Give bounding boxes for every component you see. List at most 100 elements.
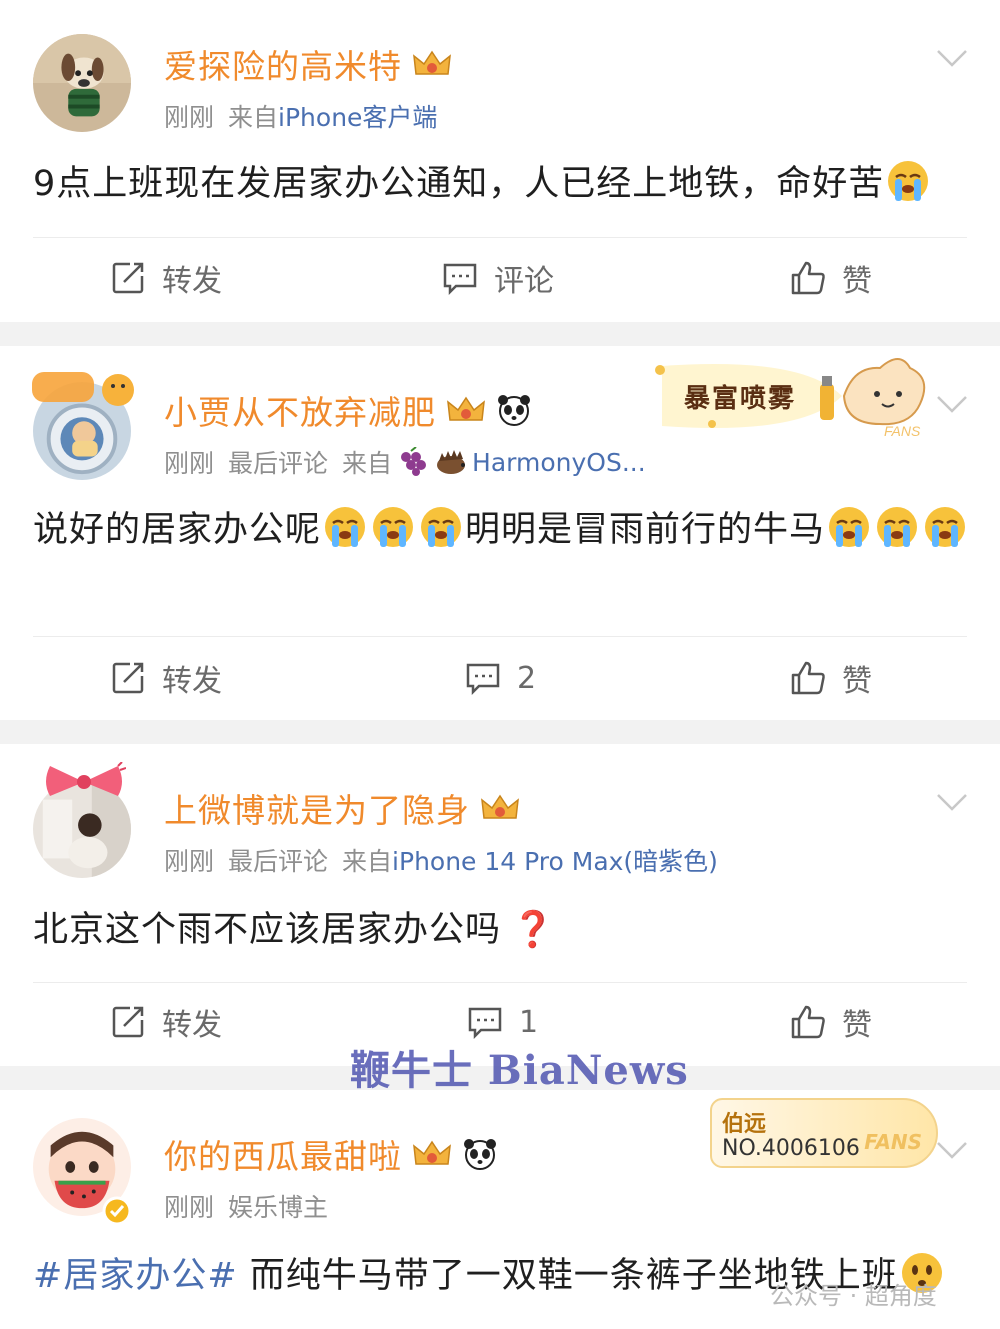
- comment-icon: [443, 263, 477, 296]
- bow-icon: [46, 762, 126, 796]
- crown-badge-icon: [413, 1140, 451, 1165]
- repost-label: 转发: [162, 664, 222, 699]
- post-meta: 刚刚 娱乐博主: [164, 1188, 328, 1224]
- divider: [33, 636, 967, 637]
- crying-emoji-icon: [829, 507, 870, 547]
- meta-extra: 最后评论: [228, 847, 329, 876]
- sticker-text: 暴富喷雾: [684, 384, 797, 414]
- chevron-down-icon[interactable]: [936, 394, 968, 414]
- like-button[interactable]: 赞: [790, 992, 872, 1052]
- source-prefix: 来自: [228, 103, 279, 132]
- like-label: 赞: [842, 1008, 872, 1043]
- crown-badge-icon: [481, 794, 519, 819]
- action-bar: 转发 评论 赞: [0, 248, 1000, 308]
- repost-button[interactable]: 转发: [110, 248, 222, 308]
- fortune-spray-sticker: FANS 暴富喷雾: [652, 356, 942, 442]
- crying-emoji-icon: [877, 507, 918, 547]
- repost-icon: [112, 1006, 144, 1038]
- post-content: 说好的居家办公呢 明明是冒雨前行的牛马: [33, 502, 970, 558]
- repost-label: 转发: [162, 1008, 222, 1043]
- comment-icon: [468, 1007, 502, 1040]
- source-label[interactable]: iPhone客户端: [278, 103, 437, 132]
- svg-text:FANS: FANS: [884, 423, 921, 439]
- name-row: 爱探险的高米特: [164, 42, 452, 86]
- post-text: 9点上班现在发居家办公通知，人已经上地铁，命好苦: [33, 164, 885, 204]
- like-label: 赞: [842, 264, 872, 299]
- hashtag-link[interactable]: #居家办公#: [33, 1256, 238, 1296]
- post-time: 刚刚: [164, 449, 215, 478]
- post-time: 刚刚: [164, 1193, 215, 1222]
- post-separator: [0, 720, 1000, 744]
- fans-number: NO.4006106: [722, 1136, 860, 1161]
- name-row: 小贾从不放弃减肥: [164, 388, 532, 432]
- panda-badge-icon: [498, 395, 530, 426]
- like-button[interactable]: 赞: [790, 648, 872, 708]
- source-label[interactable]: iPhone 14 Pro Max(暗紫色): [392, 847, 718, 876]
- avatar-frame-sticker-icon: [32, 372, 134, 406]
- crying-emoji-icon: [925, 507, 966, 547]
- crying-emoji-icon: [421, 507, 462, 547]
- crown-badge-icon: [413, 50, 451, 75]
- post-content: 9点上班现在发居家办公通知，人已经上地铁，命好苦: [33, 156, 960, 212]
- name-row: 你的西瓜最甜啦: [164, 1132, 498, 1176]
- repost-icon: [112, 662, 144, 694]
- post-meta: 刚刚 最后评论 来自iPhone 14 Pro Max(暗紫色): [164, 842, 718, 878]
- fans-badge-card[interactable]: 伯远 NO.4006106 FANS: [710, 1098, 938, 1168]
- username[interactable]: 你的西瓜最甜啦: [164, 1130, 402, 1178]
- comment-icon: [466, 663, 500, 696]
- post-text-2: 明明是冒雨前行的牛马: [465, 510, 826, 550]
- source-prefix: 来自: [342, 449, 393, 478]
- verified-badge-icon: [102, 1196, 132, 1226]
- action-bar: 转发 2 赞: [0, 648, 1000, 708]
- post-meta: 刚刚 来自iPhone客户端: [164, 98, 437, 134]
- divider: [33, 982, 967, 983]
- like-label: 赞: [842, 664, 872, 699]
- meta-extra: 娱乐博主: [228, 1193, 329, 1222]
- post-time: 刚刚: [164, 103, 215, 132]
- repost-button[interactable]: 转发: [110, 648, 222, 708]
- username[interactable]: 上微博就是为了隐身: [164, 784, 470, 832]
- watermark: 鞭牛士 BiaNews: [350, 1047, 689, 1094]
- comment-button[interactable]: 评论: [442, 248, 554, 308]
- post-3: 上微博就是为了隐身 刚刚 最后评论 来自iPhone 14 Pro Max(暗紫…: [0, 744, 1000, 1066]
- like-icon: [791, 661, 825, 695]
- post-text: 说好的居家办公呢: [33, 510, 322, 550]
- post-1: 爱探险的高米特 刚刚 来自iPhone客户端 9点上班现在发居家办公通知，人已经…: [0, 0, 1000, 322]
- username[interactable]: 小贾从不放弃减肥: [164, 386, 436, 434]
- chevron-down-icon[interactable]: [936, 48, 968, 68]
- crown-badge-icon: [447, 396, 485, 421]
- chevron-down-icon[interactable]: [936, 1140, 968, 1160]
- username[interactable]: 爱探险的高米特: [164, 40, 402, 88]
- grapes-icon: [401, 447, 427, 476]
- comment-label: 评论: [494, 264, 554, 299]
- comment-count: 2: [517, 660, 537, 696]
- chevron-down-icon[interactable]: [936, 792, 968, 812]
- post-text: 北京这个雨不应该居家办公吗: [33, 910, 502, 950]
- post-separator: [0, 322, 1000, 346]
- fans-name: 伯远: [722, 1112, 767, 1137]
- crying-emoji-icon: [888, 161, 929, 201]
- meta-extra: 最后评论: [228, 449, 329, 478]
- divider: [33, 237, 967, 238]
- repost-icon: [112, 262, 144, 294]
- source-prefix: 来自: [342, 847, 393, 876]
- like-button[interactable]: 赞: [790, 248, 872, 308]
- watermark-secondary: 公众号 · 超角度: [770, 1282, 937, 1310]
- like-icon: [791, 1005, 825, 1039]
- source-label[interactable]: HarmonyOS...: [472, 448, 646, 477]
- name-row: 上微博就是为了隐身: [164, 786, 520, 830]
- comment-button[interactable]: 2: [465, 648, 536, 708]
- avatar[interactable]: [33, 34, 131, 132]
- post-time: 刚刚: [164, 847, 215, 876]
- crying-emoji-icon: [325, 507, 366, 547]
- comment-count: 1: [519, 1004, 539, 1040]
- repost-button[interactable]: 转发: [110, 992, 222, 1052]
- post-content: 北京这个雨不应该居家办公吗 ❓: [33, 902, 960, 958]
- question-mark-icon: ❓: [511, 910, 556, 950]
- like-icon: [791, 261, 825, 295]
- post-meta: 刚刚 最后评论 来自 HarmonyOS...: [164, 444, 646, 480]
- crying-emoji-icon: [373, 507, 414, 547]
- repost-label: 转发: [162, 264, 222, 299]
- post-2: 小贾从不放弃减肥 刚刚 最后评论 来自 HarmonyOS... FANS 暴富…: [0, 346, 1000, 720]
- panda-badge-icon: [464, 1139, 496, 1170]
